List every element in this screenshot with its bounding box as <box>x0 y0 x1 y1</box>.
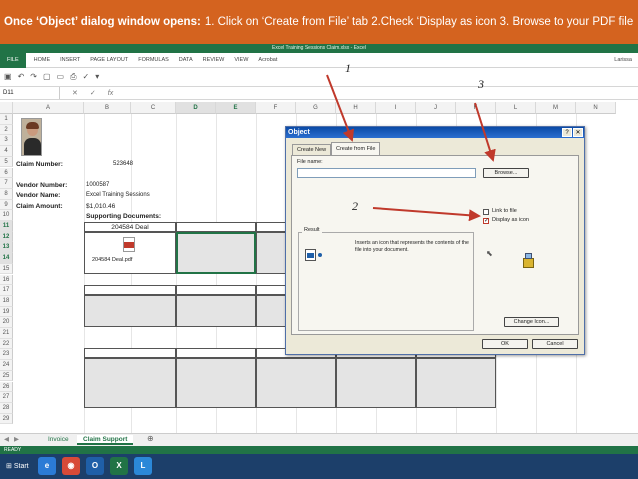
arrow-step-2 <box>372 207 481 222</box>
annotation-label-2: 2 <box>352 199 358 213</box>
annotation-label-1: 1 <box>345 61 351 75</box>
annotation-arrows <box>326 74 496 222</box>
arrow-step-3 <box>474 102 496 162</box>
annotation-label-3: 3 <box>478 77 484 91</box>
arrow-step-1 <box>326 74 355 142</box>
